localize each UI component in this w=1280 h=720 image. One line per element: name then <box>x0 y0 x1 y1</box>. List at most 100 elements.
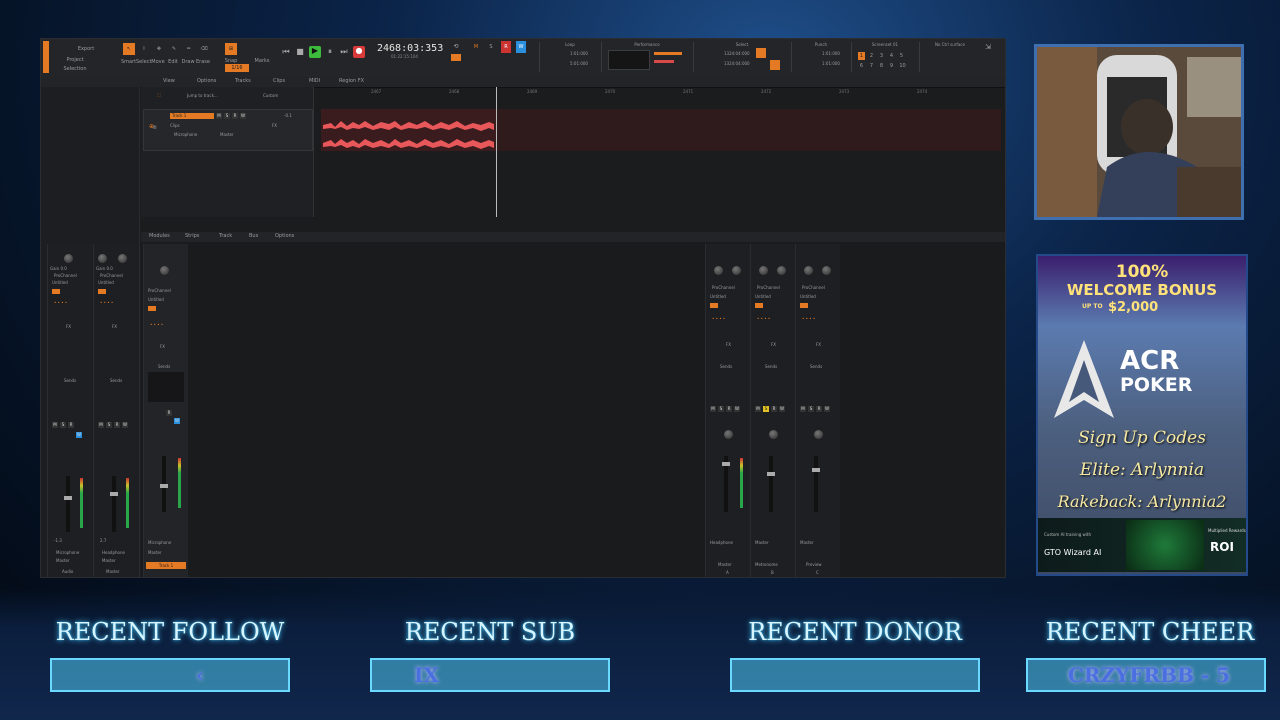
screenset-10[interactable]: 10 <box>898 62 907 70</box>
solo-indicator[interactable]: S <box>486 41 496 53</box>
record-icon[interactable]: ● <box>353 46 365 58</box>
draw-tool-icon[interactable]: ✏ <box>183 43 195 55</box>
strip-write[interactable]: W <box>122 422 128 428</box>
screenset-4[interactable]: 4 <box>888 52 895 60</box>
sends-label[interactable]: Sends <box>765 364 777 369</box>
gain-knob[interactable] <box>804 266 813 275</box>
screenset-6[interactable]: 6 <box>858 62 865 70</box>
marks-label[interactable]: Marks <box>253 55 271 67</box>
sends-label[interactable]: Sends <box>110 378 122 383</box>
strip-record[interactable]: R <box>114 422 120 428</box>
strip-solo[interactable]: S <box>763 406 769 412</box>
console-menu-strips[interactable]: Strips <box>185 233 199 239</box>
pan-knob[interactable] <box>118 254 127 263</box>
sends-label[interactable]: Sends <box>720 364 732 369</box>
strip-input[interactable]: Microphone <box>56 550 79 555</box>
mute-indicator[interactable]: M <box>471 41 481 53</box>
strip-output[interactable]: Master <box>56 558 70 563</box>
sends-label[interactable]: Sends <box>64 378 76 383</box>
jump-to-track[interactable]: Jump to track... <box>187 93 218 98</box>
console-menu-track[interactable]: Track <box>219 233 232 239</box>
fader-cap[interactable] <box>812 468 820 472</box>
edit-tool-icon[interactable]: ✎ <box>168 43 180 55</box>
track-output[interactable]: Master <box>220 132 234 137</box>
eq-thumbnail[interactable]: • • • • <box>712 316 725 321</box>
eq-thumbnail[interactable]: • • • • <box>150 322 163 327</box>
audio-clip[interactable] <box>321 109 496 151</box>
track-mute[interactable]: M <box>216 113 222 119</box>
gain-knob[interactable] <box>714 266 723 275</box>
screenset-title[interactable]: Screenset 01 <box>852 42 918 47</box>
track-fx-label[interactable]: FX <box>272 123 277 128</box>
menu-view[interactable]: View <box>163 78 175 84</box>
volume-fader[interactable] <box>814 456 818 512</box>
screenset-2[interactable]: 2 <box>868 52 875 60</box>
punch-start[interactable]: 1:01:000 <box>822 51 840 56</box>
stop-icon[interactable]: ■ <box>295 47 305 57</box>
now-time-display[interactable]: 2468:03:353 <box>377 43 443 54</box>
prochannel-power[interactable] <box>148 306 156 311</box>
prochannel-power[interactable] <box>800 303 808 308</box>
fader-cap[interactable] <box>722 462 730 466</box>
smart-tool-icon[interactable]: ↖ <box>123 43 135 55</box>
add-track-icon[interactable]: ⊕ <box>149 123 154 130</box>
strip-record[interactable]: R <box>68 422 74 428</box>
strip-write[interactable]: W <box>734 406 740 412</box>
play-icon[interactable]: ▶ <box>309 46 321 58</box>
strip-solo[interactable]: S <box>106 422 112 428</box>
menu-tracks[interactable]: Tracks <box>235 78 251 84</box>
strip-record[interactable]: R <box>816 406 822 412</box>
gain-knob[interactable] <box>759 266 768 275</box>
erase-tool-icon[interactable]: ⌫ <box>198 43 210 55</box>
screenset-1[interactable]: 1 <box>858 52 865 60</box>
strip-mute[interactable]: M <box>98 422 104 428</box>
menu-midi[interactable]: MIDI <box>309 78 320 84</box>
eq-thumbnail[interactable]: • • • • <box>100 300 113 305</box>
select-end[interactable]: 1324:04:000 <box>724 61 750 66</box>
preset-label[interactable]: Untitled <box>710 294 726 299</box>
loop-end[interactable]: 5:01:000 <box>570 61 588 66</box>
strip-write[interactable]: W <box>824 406 830 412</box>
eq-thumbnail[interactable]: • • • • <box>757 316 770 321</box>
move-tool-icon[interactable]: ✥ <box>153 43 165 55</box>
track-volume[interactable]: -0.1 <box>284 113 292 118</box>
track-write[interactable]: W <box>240 113 246 119</box>
prochannel-power[interactable] <box>755 303 763 308</box>
menu-clips[interactable]: Clips <box>273 78 285 84</box>
volume-fader[interactable] <box>769 456 773 512</box>
fx-label[interactable]: FX <box>66 324 71 329</box>
gain-knob[interactable] <box>98 254 107 263</box>
loop-start[interactable]: 1:01:000 <box>570 51 588 56</box>
track-input[interactable]: Microphone <box>174 132 197 137</box>
strip-mute[interactable]: M <box>755 406 761 412</box>
strip-output[interactable]: Master <box>148 550 162 555</box>
strip-input[interactable]: Headphone <box>710 540 733 545</box>
track-lane[interactable] <box>321 109 1001 151</box>
screenset-7[interactable]: 7 <box>868 62 875 70</box>
pan-knob[interactable] <box>814 430 823 439</box>
preset-label[interactable]: Untitled <box>800 294 816 299</box>
rewind-start-icon[interactable]: ⏮ <box>281 47 291 57</box>
track-record[interactable]: R <box>232 113 238 119</box>
prochannel-power[interactable] <box>52 289 60 294</box>
strip-record[interactable]: R <box>726 406 732 412</box>
screenset-5[interactable]: 5 <box>898 52 905 60</box>
strip-input[interactable]: Master <box>755 540 769 545</box>
eq-thumbnail[interactable]: • • • • <box>54 300 67 305</box>
fx-label[interactable]: FX <box>160 344 165 349</box>
playhead[interactable] <box>496 87 497 217</box>
strip-input[interactable]: Headphone <box>102 550 125 555</box>
volume-fader[interactable] <box>112 476 116 532</box>
strip-mute[interactable]: M <box>52 422 58 428</box>
prochannel-power[interactable] <box>710 303 718 308</box>
select-to-icon[interactable] <box>770 60 780 70</box>
preset-label[interactable]: Untitled <box>52 280 68 285</box>
sends-label[interactable]: Sends <box>158 364 170 369</box>
pan-knob[interactable] <box>732 266 741 275</box>
sends-label[interactable]: Sends <box>810 364 822 369</box>
fader-cap[interactable] <box>110 492 118 496</box>
strip-write[interactable]: W <box>779 406 785 412</box>
selection-label[interactable]: Selection <box>61 63 89 75</box>
strip-write[interactable]: W <box>76 432 82 438</box>
strip-record[interactable]: R <box>771 406 777 412</box>
